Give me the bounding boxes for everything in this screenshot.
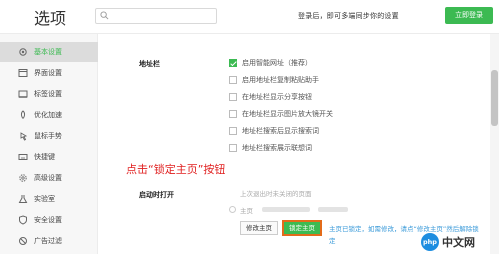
shield-icon [19, 215, 27, 225]
sidebar-item-optimize[interactable]: 优化加速 [0, 105, 98, 125]
sidebar-item-lab[interactable]: 实验室 [0, 189, 98, 209]
login-hint: 登录后，即可多端同步你的设置 [298, 12, 399, 20]
option-label: 在地址栏显示图片放大镜开关 [242, 110, 333, 118]
lock-homepage-button[interactable]: 锁定主页 [282, 220, 322, 236]
sidebar-item-label: 快捷键 [34, 153, 55, 161]
scrollbar[interactable] [490, 34, 499, 254]
block-icon [19, 237, 27, 245]
checkbox[interactable] [229, 144, 237, 152]
sidebar-item-label: 标签设置 [34, 90, 62, 98]
option-label: 启用智能网址（推荐） [242, 59, 312, 67]
tab-icon [18, 90, 28, 98]
sidebar-item-tab-settings[interactable]: 标签设置 [0, 84, 98, 104]
sidebar-item-label: 界面设置 [34, 69, 62, 77]
sidebar-item-label: 鼠标手势 [34, 132, 62, 140]
sidebar-item-security[interactable]: 安全设置 [0, 210, 98, 230]
option-label: 启用地址栏复制粘贴助手 [242, 76, 319, 84]
sidebar: 基本设置 界面设置 标签设置 优化加速 鼠标手势 快捷键 高级设置 实验室 安全… [0, 34, 98, 254]
search-input[interactable] [112, 10, 212, 22]
sidebar-item-label: 广告过滤 [34, 237, 62, 245]
rocket-icon [20, 110, 26, 119]
address-bar-section-label: 地址栏 [139, 60, 160, 68]
modify-homepage-button[interactable]: 修改主页 [240, 221, 278, 235]
option-label: 在地址栏显示分享按钮 [242, 93, 312, 101]
keyboard-icon [18, 154, 28, 160]
sidebar-item-label: 基本设置 [34, 48, 62, 56]
sidebar-item-basic-settings[interactable]: 基本设置 [0, 42, 98, 62]
sidebar-item-mouse-gesture[interactable]: 鼠标手势 [0, 126, 98, 146]
window-icon [18, 69, 28, 77]
blurred-homepage-url [318, 207, 348, 212]
option-label: 地址栏搜索后显示搜索词 [242, 127, 319, 135]
login-button[interactable]: 立即登录 [445, 7, 493, 24]
checkbox[interactable] [229, 127, 237, 135]
radio-label: 上次退出时未关闭的页面 [240, 190, 312, 198]
checkbox[interactable] [229, 110, 237, 118]
advanced-gear-icon [19, 174, 27, 182]
scroll-thumb[interactable] [491, 70, 498, 126]
sidebar-item-interface-settings[interactable]: 界面设置 [0, 63, 98, 83]
checkbox-checked[interactable] [229, 59, 237, 67]
sidebar-item-shortcuts[interactable]: 快捷键 [0, 147, 98, 167]
checkbox[interactable] [229, 93, 237, 101]
lab-icon [18, 195, 28, 203]
search-icon [100, 11, 109, 20]
startup-section-label: 启动时打开 [139, 191, 174, 199]
header: 选项 登录后，即可多端同步你的设置 立即登录 [0, 0, 499, 34]
sidebar-item-label: 安全设置 [34, 216, 62, 224]
watermark-text: 中文网 [442, 236, 475, 249]
sidebar-item-label: 优化加速 [34, 111, 62, 119]
sidebar-item-label: 高级设置 [34, 174, 62, 182]
option-label: 地址栏搜索展示联想词 [242, 144, 312, 152]
radio-label: 主页 [240, 207, 253, 215]
blurred-homepage-url [262, 207, 310, 212]
search-box[interactable] [95, 8, 217, 24]
watermark-logo: php [421, 233, 439, 251]
gear-icon [19, 48, 27, 56]
checkbox[interactable] [229, 76, 237, 84]
sidebar-item-label: 实验室 [34, 195, 55, 203]
page-title: 选项 [34, 9, 67, 28]
radio-button[interactable] [229, 206, 236, 213]
sidebar-item-advanced-settings[interactable]: 高级设置 [0, 168, 98, 188]
annotation-text: 点击“锁定主页”按钮 [126, 163, 226, 176]
mouse-icon [20, 132, 28, 141]
sidebar-item-ad-filter[interactable]: 广告过滤 [0, 231, 98, 251]
